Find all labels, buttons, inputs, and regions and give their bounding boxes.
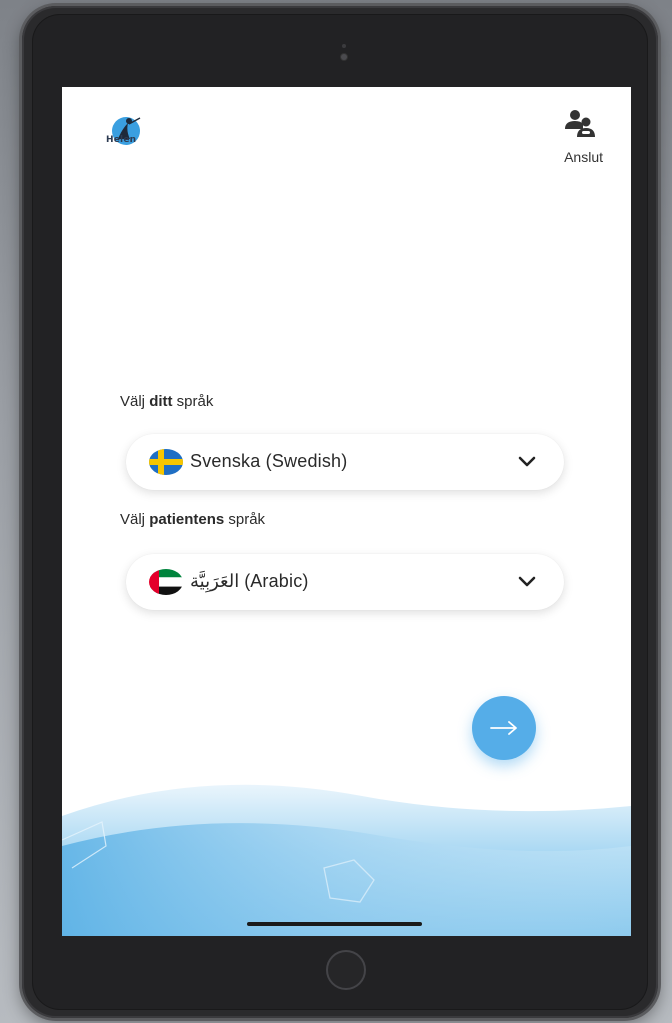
helen-logo [104,109,174,153]
your-language-label-suffix: språk [172,393,214,410]
patient-language-label: Välj patientens språk [120,511,265,528]
uae-flag-icon [149,569,183,595]
connect-label: Anslut [564,149,603,165]
patient-language-label-suffix: språk [224,511,266,528]
your-language-label-prefix: Välj [120,393,150,410]
your-language-value: Svenska (Swedish) [190,451,348,471]
patient-language-select[interactable]: العَرَبِيَّة (Arabic) [126,554,564,610]
chevron-down-icon [518,456,536,467]
chevron-down-icon [518,576,536,587]
home-button[interactable] [326,950,366,990]
your-language-select[interactable]: Svenska (Swedish) [126,434,564,490]
patient-language-value: العَرَبِيَّة (Arabic) [190,571,309,591]
logo-mark-icon [112,117,141,145]
arrow-right-icon [490,721,517,735]
decorative-wave [62,784,631,936]
patient-language-label-bold: patientens [149,511,225,528]
your-language-label: Välj ditt språk [120,393,213,410]
camera-dot [341,54,347,60]
patient-language-label-prefix: Välj [120,511,150,528]
logo-text: Helen [106,135,137,145]
next-button[interactable] [472,696,536,760]
sensor-dot [342,44,346,48]
your-language-label-bold: ditt [149,393,173,410]
connect-users-icon [565,110,595,137]
home-indicator [247,922,422,926]
sweden-flag-icon [149,449,183,475]
app-screen: Helen Anslut Välj ditt språk Svenska (Sw… [62,87,631,936]
